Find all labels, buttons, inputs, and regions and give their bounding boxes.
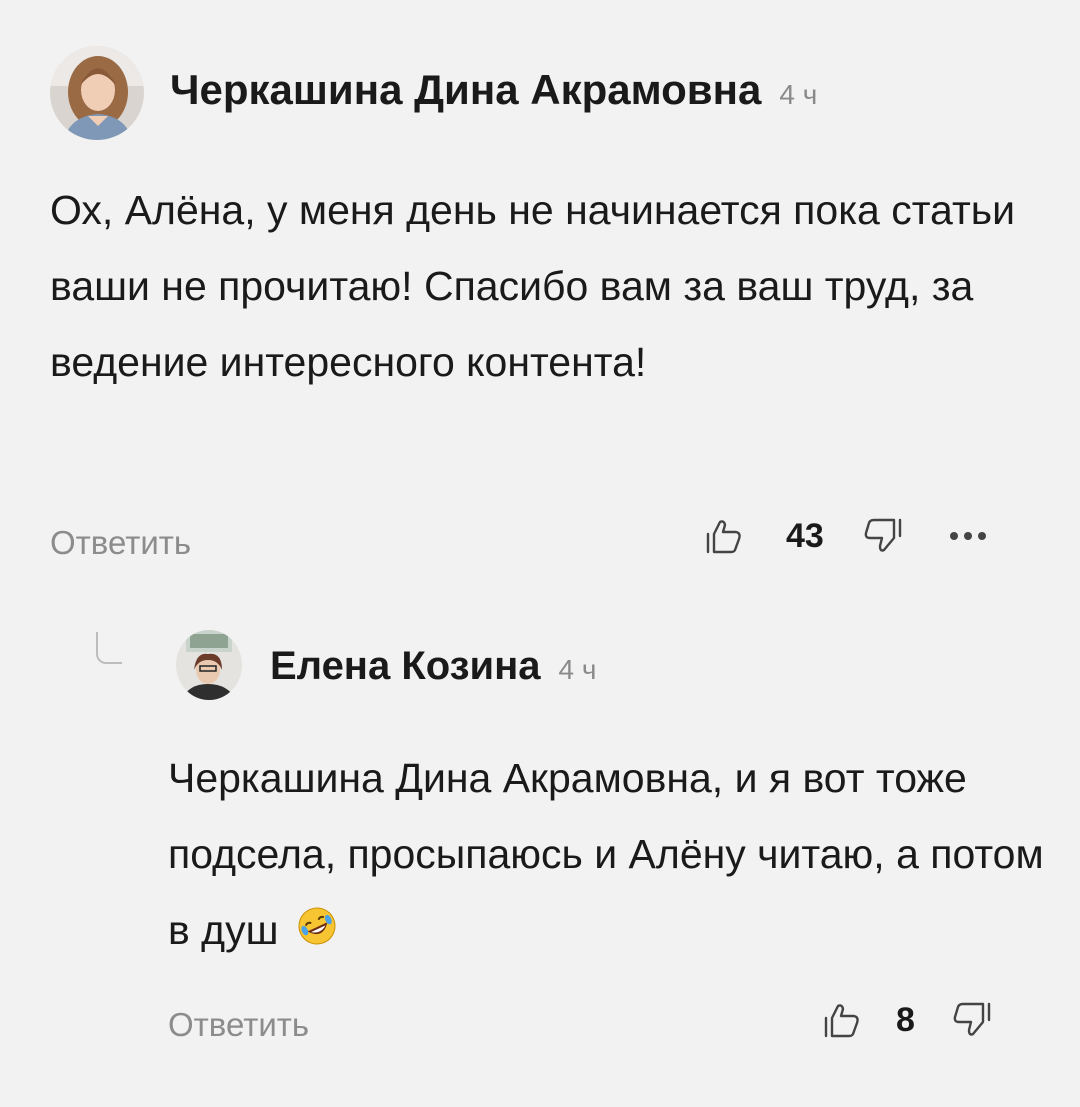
author-name-text: Елена Козина (270, 644, 541, 688)
comment-actions: 8 (818, 996, 997, 1044)
comment-text: Черкашина Дина Акрамовна, и я вот тоже п… (168, 740, 1048, 971)
thumbs-up-icon[interactable] (818, 996, 866, 1044)
thread-connector (96, 632, 122, 664)
more-dots-icon[interactable] (944, 521, 992, 551)
author-name-text: Черкашина Дина Акрамовна (170, 66, 762, 113)
avatar[interactable] (50, 46, 144, 140)
author-name[interactable]: Черкашина Дина Акрамовна 4 ч (170, 66, 817, 114)
thumbs-down-icon[interactable] (860, 512, 908, 560)
thumbs-down-icon[interactable] (949, 996, 997, 1044)
reply-button[interactable]: Ответить (50, 524, 191, 562)
comment-text: Ох, Алёна, у меня день не начинается пок… (50, 187, 1015, 385)
like-count: 43 (786, 516, 824, 555)
avatar[interactable] (176, 630, 242, 700)
rolling-on-floor-laughing-emoji (296, 895, 338, 971)
thumbs-up-icon[interactable] (700, 512, 748, 560)
timestamp: 4 ч (558, 654, 597, 685)
comment-actions: 43 (700, 512, 992, 560)
author-name[interactable]: Елена Козина 4 ч (270, 644, 596, 689)
like-count: 8 (896, 1000, 915, 1039)
reply-button[interactable]: Ответить (168, 1006, 309, 1044)
timestamp: 4 ч (779, 79, 818, 110)
